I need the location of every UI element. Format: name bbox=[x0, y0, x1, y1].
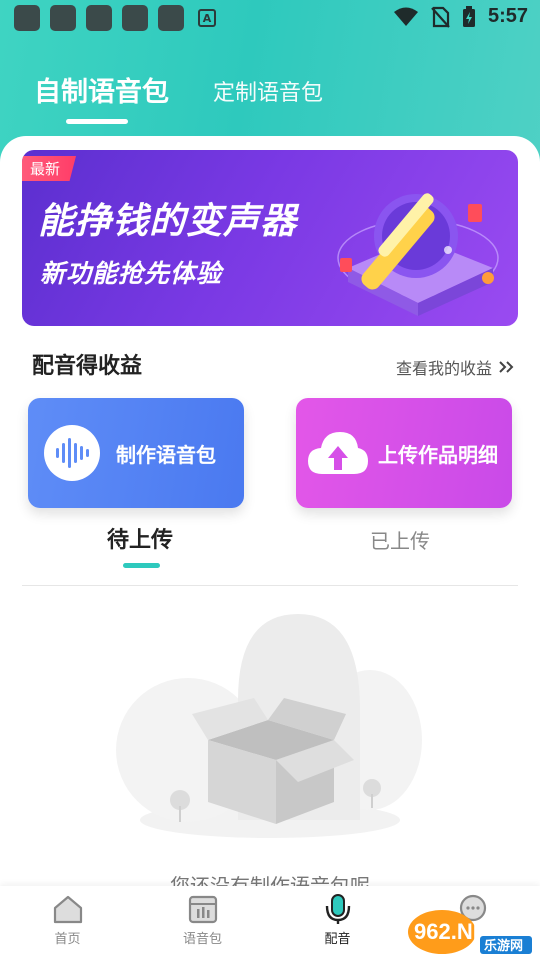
status-bar: A 5:57 bbox=[0, 0, 540, 36]
tab-self-made-voice-pack[interactable]: 自制语音包 bbox=[34, 70, 169, 109]
make-voice-pack-button[interactable]: 制作语音包 bbox=[28, 398, 244, 508]
earnings-section-title: 配音得收益 bbox=[32, 354, 143, 379]
battery-charging-icon bbox=[462, 5, 475, 27]
tab-pending-upload[interactable]: 待上传 bbox=[107, 522, 173, 554]
watermark-sub: 乐游网 bbox=[484, 938, 523, 954]
notification-icon bbox=[158, 5, 184, 31]
empty-box-illustration bbox=[116, 614, 422, 838]
divider bbox=[22, 585, 518, 586]
promo-banner[interactable]: 最新 能挣钱的变声器 新功能抢先体验 bbox=[22, 150, 518, 326]
double-chevron-right-icon bbox=[499, 361, 514, 373]
cloud-upload-icon bbox=[308, 432, 368, 474]
view-earnings-link[interactable]: 查看我的收益 bbox=[396, 355, 514, 379]
site-watermark: 962.NET 乐游网 bbox=[408, 910, 532, 954]
make-voice-pack-label: 制作语音包 bbox=[116, 442, 216, 467]
notification-icon bbox=[14, 5, 40, 31]
no-sim-icon bbox=[431, 6, 450, 28]
banner-subtitle: 新功能抢先体验 bbox=[40, 259, 223, 288]
app-notification-icon: A bbox=[198, 9, 216, 27]
nav-dubbing[interactable]: 配音 bbox=[270, 886, 405, 960]
nav-voice-pack[interactable]: 语音包 bbox=[135, 886, 270, 960]
voice-changer-illustration bbox=[337, 193, 499, 316]
nav-home[interactable]: 首页 bbox=[0, 886, 135, 960]
clock: 5:57 bbox=[487, 5, 528, 27]
tab-custom-voice-pack[interactable]: 定制语音包 bbox=[213, 75, 323, 107]
upload-works-label: 上传作品明细 bbox=[378, 442, 498, 467]
upload-works-button[interactable]: 上传作品明细 bbox=[296, 398, 512, 508]
nav-home-label: 首页 bbox=[54, 932, 81, 947]
sound-wave-icon bbox=[44, 425, 100, 481]
view-earnings-label: 查看我的收益 bbox=[395, 359, 492, 378]
sub-tab-indicator bbox=[123, 563, 160, 568]
banner-title: 能挣钱的变声器 bbox=[38, 201, 298, 242]
microphone-icon bbox=[325, 894, 350, 924]
notification-icon bbox=[50, 5, 76, 31]
nav-dubbing-label: 配音 bbox=[324, 932, 351, 947]
tab-indicator bbox=[66, 119, 128, 124]
wifi-icon bbox=[393, 7, 418, 26]
nav-voice-pack-label: 语音包 bbox=[182, 932, 222, 947]
notification-icon bbox=[86, 5, 112, 31]
top-tabs: 自制语音包 定制语音包 bbox=[34, 70, 323, 109]
voice-pack-icon bbox=[188, 895, 217, 924]
tab-uploaded[interactable]: 已上传 bbox=[370, 525, 430, 554]
notification-icon bbox=[122, 5, 148, 31]
new-badge: 最新 bbox=[22, 156, 77, 181]
home-icon bbox=[53, 895, 82, 924]
